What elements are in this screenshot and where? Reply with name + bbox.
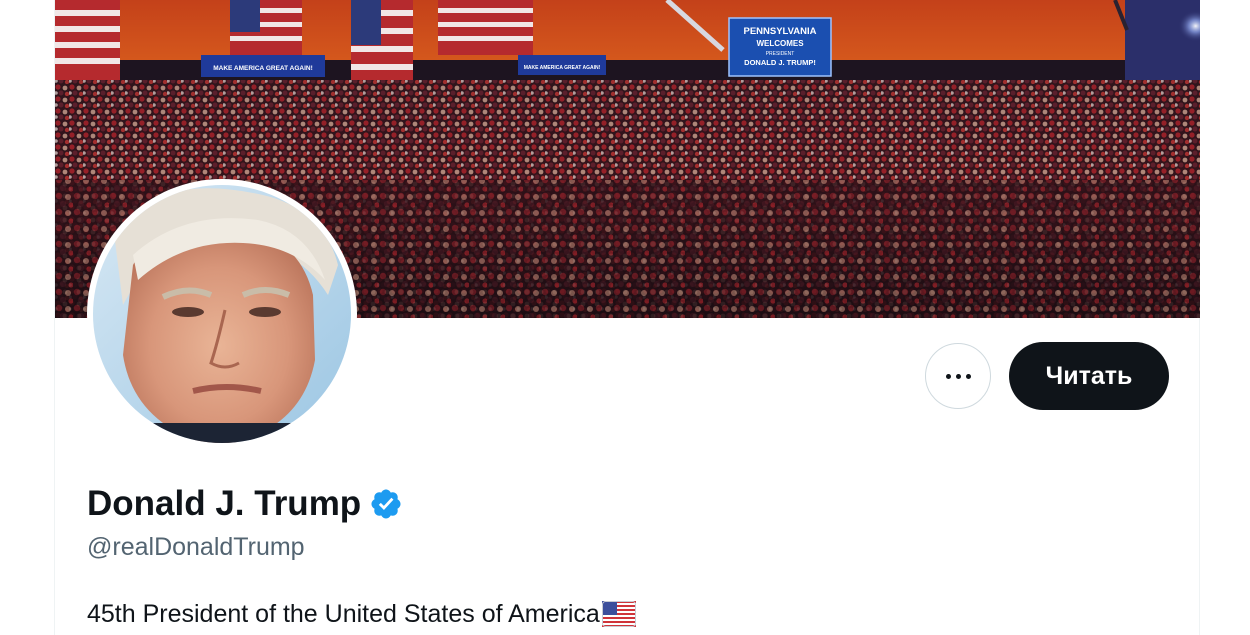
svg-text:PENNSYLVANIA: PENNSYLVANIA <box>743 26 816 37</box>
banner-screen: PENNSYLVANIA WELCOMES PRESIDENT DONALD J… <box>728 17 832 77</box>
svg-text:MAKE AMERICA GREAT AGAIN!: MAKE AMERICA GREAT AGAIN! <box>213 65 313 72</box>
avatar-frame <box>87 179 357 449</box>
profile-page: MAKE AMERICA GREAT AGAIN! MAKE AMERICA G… <box>0 0 1250 635</box>
banner-sign-right: MAKE AMERICA GREAT AGAIN! <box>518 55 606 75</box>
svg-text:PRESIDENT: PRESIDENT <box>766 51 795 57</box>
avatar-image <box>93 185 351 443</box>
more-options-button[interactable] <box>925 343 991 409</box>
profile-name-row: Donald J. Trump <box>87 482 403 526</box>
bio-text: 45th President of the United States of A… <box>87 600 600 628</box>
verified-badge-icon[interactable] <box>369 487 403 521</box>
avatar[interactable] <box>93 185 351 443</box>
profile-handle: @realDonaldTrump <box>87 533 305 561</box>
svg-text:MAKE AMERICA GREAT AGAIN!: MAKE AMERICA GREAT AGAIN! <box>524 65 601 71</box>
us-flag-icon <box>601 601 636 627</box>
profile-column: MAKE AMERICA GREAT AGAIN! MAKE AMERICA G… <box>54 0 1200 635</box>
display-name: Donald J. Trump <box>87 484 362 523</box>
svg-text:WELCOMES: WELCOMES <box>756 39 804 48</box>
profile-bio: 45th President of the United States of A… <box>87 597 636 631</box>
svg-text:DONALD J. TRUMP!: DONALD J. TRUMP! <box>744 58 816 67</box>
follow-button[interactable]: Читать <box>1009 342 1169 410</box>
banner-sign-left: MAKE AMERICA GREAT AGAIN! <box>201 55 325 77</box>
more-horizontal-icon <box>945 373 971 379</box>
